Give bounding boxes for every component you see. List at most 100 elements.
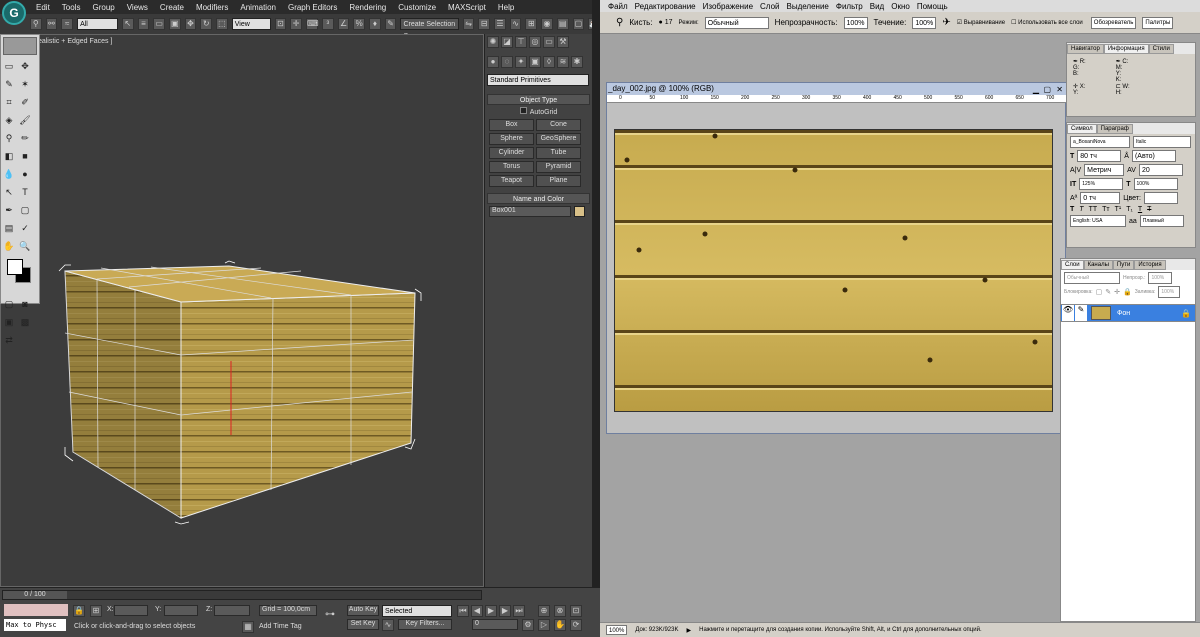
zoom-extents-icon[interactable]: ⊡: [570, 605, 582, 617]
cylinder-button[interactable]: Cylinder: [489, 147, 534, 159]
antialias-dropdown[interactable]: Плавный: [1139, 215, 1184, 227]
max-menu-rendering[interactable]: Rendering: [349, 3, 386, 12]
mirror-icon[interactable]: ⇋: [462, 18, 475, 30]
full-screen-icon[interactable]: ▩: [18, 315, 32, 329]
notes-icon[interactable]: ▤: [2, 221, 16, 235]
orbit-icon[interactable]: ⟳: [570, 619, 582, 631]
faux-bold-button[interactable]: T: [1070, 206, 1074, 213]
ps-menu-view[interactable]: Вид: [870, 2, 884, 11]
time-slider[interactable]: 0 / 100: [2, 590, 482, 600]
navigator-tab[interactable]: Навигатор: [1067, 44, 1104, 54]
lock-icon[interactable]: 🔒: [73, 605, 85, 617]
max-menu-tools[interactable]: Tools: [62, 3, 81, 12]
set-key-button[interactable]: Set Key: [347, 619, 379, 630]
gradient-icon[interactable]: ■: [18, 149, 32, 163]
stamp-tool-icon[interactable]: ⚲: [616, 17, 623, 28]
paths-tab[interactable]: Пути: [1112, 260, 1135, 270]
plane-button[interactable]: Plane: [536, 175, 581, 187]
object-color-swatch[interactable]: [574, 206, 585, 217]
magic-wand-icon[interactable]: ✶: [18, 77, 32, 91]
zoom-icon[interactable]: 🔍: [18, 239, 32, 253]
paragraph-tab[interactable]: Параграф: [1096, 124, 1133, 134]
superscript-button[interactable]: T¹: [1115, 206, 1122, 213]
document-title-bar[interactable]: _day_002.jpg @ 100% (RGB) ▁ ▢ ✕: [607, 83, 1067, 95]
bind-icon[interactable]: ≈: [61, 18, 74, 30]
window-divider[interactable]: [592, 0, 600, 637]
eyedropper-icon[interactable]: ✓: [18, 221, 32, 235]
percent-snap-icon[interactable]: %: [353, 18, 366, 30]
x-coord-field[interactable]: [114, 605, 148, 616]
key-filters-button[interactable]: Key Filters...: [398, 619, 452, 630]
status-arrow-icon[interactable]: ▶: [686, 627, 691, 634]
max-menu-edit[interactable]: Edit: [36, 3, 50, 12]
lock-image-icon[interactable]: ✎: [1105, 288, 1111, 296]
type-icon[interactable]: T: [18, 185, 32, 199]
max-menu-graph-editors[interactable]: Graph Editors: [288, 3, 337, 12]
hierarchy-tab-icon[interactable]: ⊤: [515, 36, 527, 48]
max-menu-create[interactable]: Create: [160, 3, 184, 12]
vertical-scale-field[interactable]: 125%: [1079, 178, 1124, 190]
set-key-icon[interactable]: ∿: [382, 619, 394, 631]
cone-button[interactable]: Cone: [536, 119, 581, 131]
sphere-button[interactable]: Sphere: [489, 133, 534, 145]
angle-snap-icon[interactable]: ∠: [337, 18, 350, 30]
ps-menu-help[interactable]: Помощь: [917, 2, 948, 11]
color-swatches[interactable]: [5, 257, 35, 293]
auto-key-button[interactable]: Auto Key: [347, 605, 379, 616]
geosphere-button[interactable]: GeoSphere: [536, 133, 581, 145]
rotate-icon[interactable]: ↻: [200, 18, 213, 30]
zoom-field[interactable]: 100%: [606, 625, 628, 635]
crop-icon[interactable]: ⌗: [2, 95, 16, 109]
max-menu-help[interactable]: Help: [498, 3, 514, 12]
palettes-button[interactable]: Палитры: [1142, 16, 1174, 29]
max-logo-icon[interactable]: G: [2, 1, 26, 25]
prev-frame-icon[interactable]: ◀: [471, 605, 483, 617]
flow-field[interactable]: 100%: [912, 16, 937, 29]
standard-mode-icon[interactable]: ▢: [2, 297, 16, 311]
font-size-field[interactable]: 80 тч: [1077, 150, 1122, 162]
brush-icon[interactable]: 🖌: [18, 113, 32, 127]
schematic-icon[interactable]: ⊞: [525, 18, 538, 30]
ps-menu-file[interactable]: Файл: [608, 2, 628, 11]
shapes-icon[interactable]: ◌: [501, 56, 513, 68]
lights-icon[interactable]: ✦: [515, 56, 527, 68]
layer-row-background[interactable]: 👁 ✎ Фон 🔒: [1061, 304, 1195, 322]
systems-icon[interactable]: ✱: [571, 56, 583, 68]
file-browser-button[interactable]: Обозреватель: [1090, 16, 1137, 29]
stamp-icon[interactable]: ⚲: [2, 131, 16, 145]
spacewarps-icon[interactable]: ≋: [557, 56, 569, 68]
max-menu-views[interactable]: Views: [127, 3, 148, 12]
shape-icon[interactable]: ▢: [18, 203, 32, 217]
opacity-field[interactable]: 100%: [843, 16, 868, 29]
ps-menu-image[interactable]: Изображение: [703, 2, 753, 11]
autogrid-checkbox[interactable]: AutoGrid: [487, 107, 590, 116]
link-icon[interactable]: ⚲: [30, 18, 42, 30]
scale-icon[interactable]: ⬚: [216, 18, 228, 30]
slice-icon[interactable]: ✐: [18, 95, 32, 109]
spinner-snap-icon[interactable]: ♦: [369, 18, 381, 30]
create-tab-icon[interactable]: [3, 37, 37, 55]
max-menu-animation[interactable]: Animation: [240, 3, 276, 12]
absolute-mode-icon[interactable]: ⊞: [90, 605, 102, 617]
ps-menu-filter[interactable]: Фильтр: [836, 2, 863, 11]
frame-field[interactable]: 0: [472, 619, 518, 630]
edit-named-sel-icon[interactable]: ✎: [384, 18, 397, 30]
lock-position-icon[interactable]: ✛: [1114, 288, 1120, 296]
healing-icon[interactable]: ◈: [2, 113, 16, 127]
y-coord-field[interactable]: [164, 605, 198, 616]
object-type-rollout[interactable]: Object Type: [487, 94, 590, 105]
display-tab-icon[interactable]: ▭: [543, 36, 555, 48]
quickmask-icon[interactable]: ◙: [18, 297, 32, 311]
add-time-tag[interactable]: Add Time Tag: [259, 623, 302, 630]
info-tab[interactable]: Информация: [1103, 44, 1149, 54]
all-caps-button[interactable]: TT: [1089, 206, 1098, 213]
render-frame-icon[interactable]: ▢: [572, 18, 585, 30]
material-editor-icon[interactable]: ◉: [541, 18, 553, 30]
underline-button[interactable]: T: [1138, 206, 1142, 213]
layer-opacity-field[interactable]: 100%: [1148, 272, 1173, 284]
character-tab[interactable]: Символ: [1067, 124, 1097, 134]
reference-coord-dropdown[interactable]: View: [231, 18, 271, 30]
selection-filter-dropdown[interactable]: All: [77, 18, 118, 30]
history-brush-icon[interactable]: ✏: [18, 131, 32, 145]
named-selection-dropdown[interactable]: Create Selection Se: [400, 18, 459, 40]
